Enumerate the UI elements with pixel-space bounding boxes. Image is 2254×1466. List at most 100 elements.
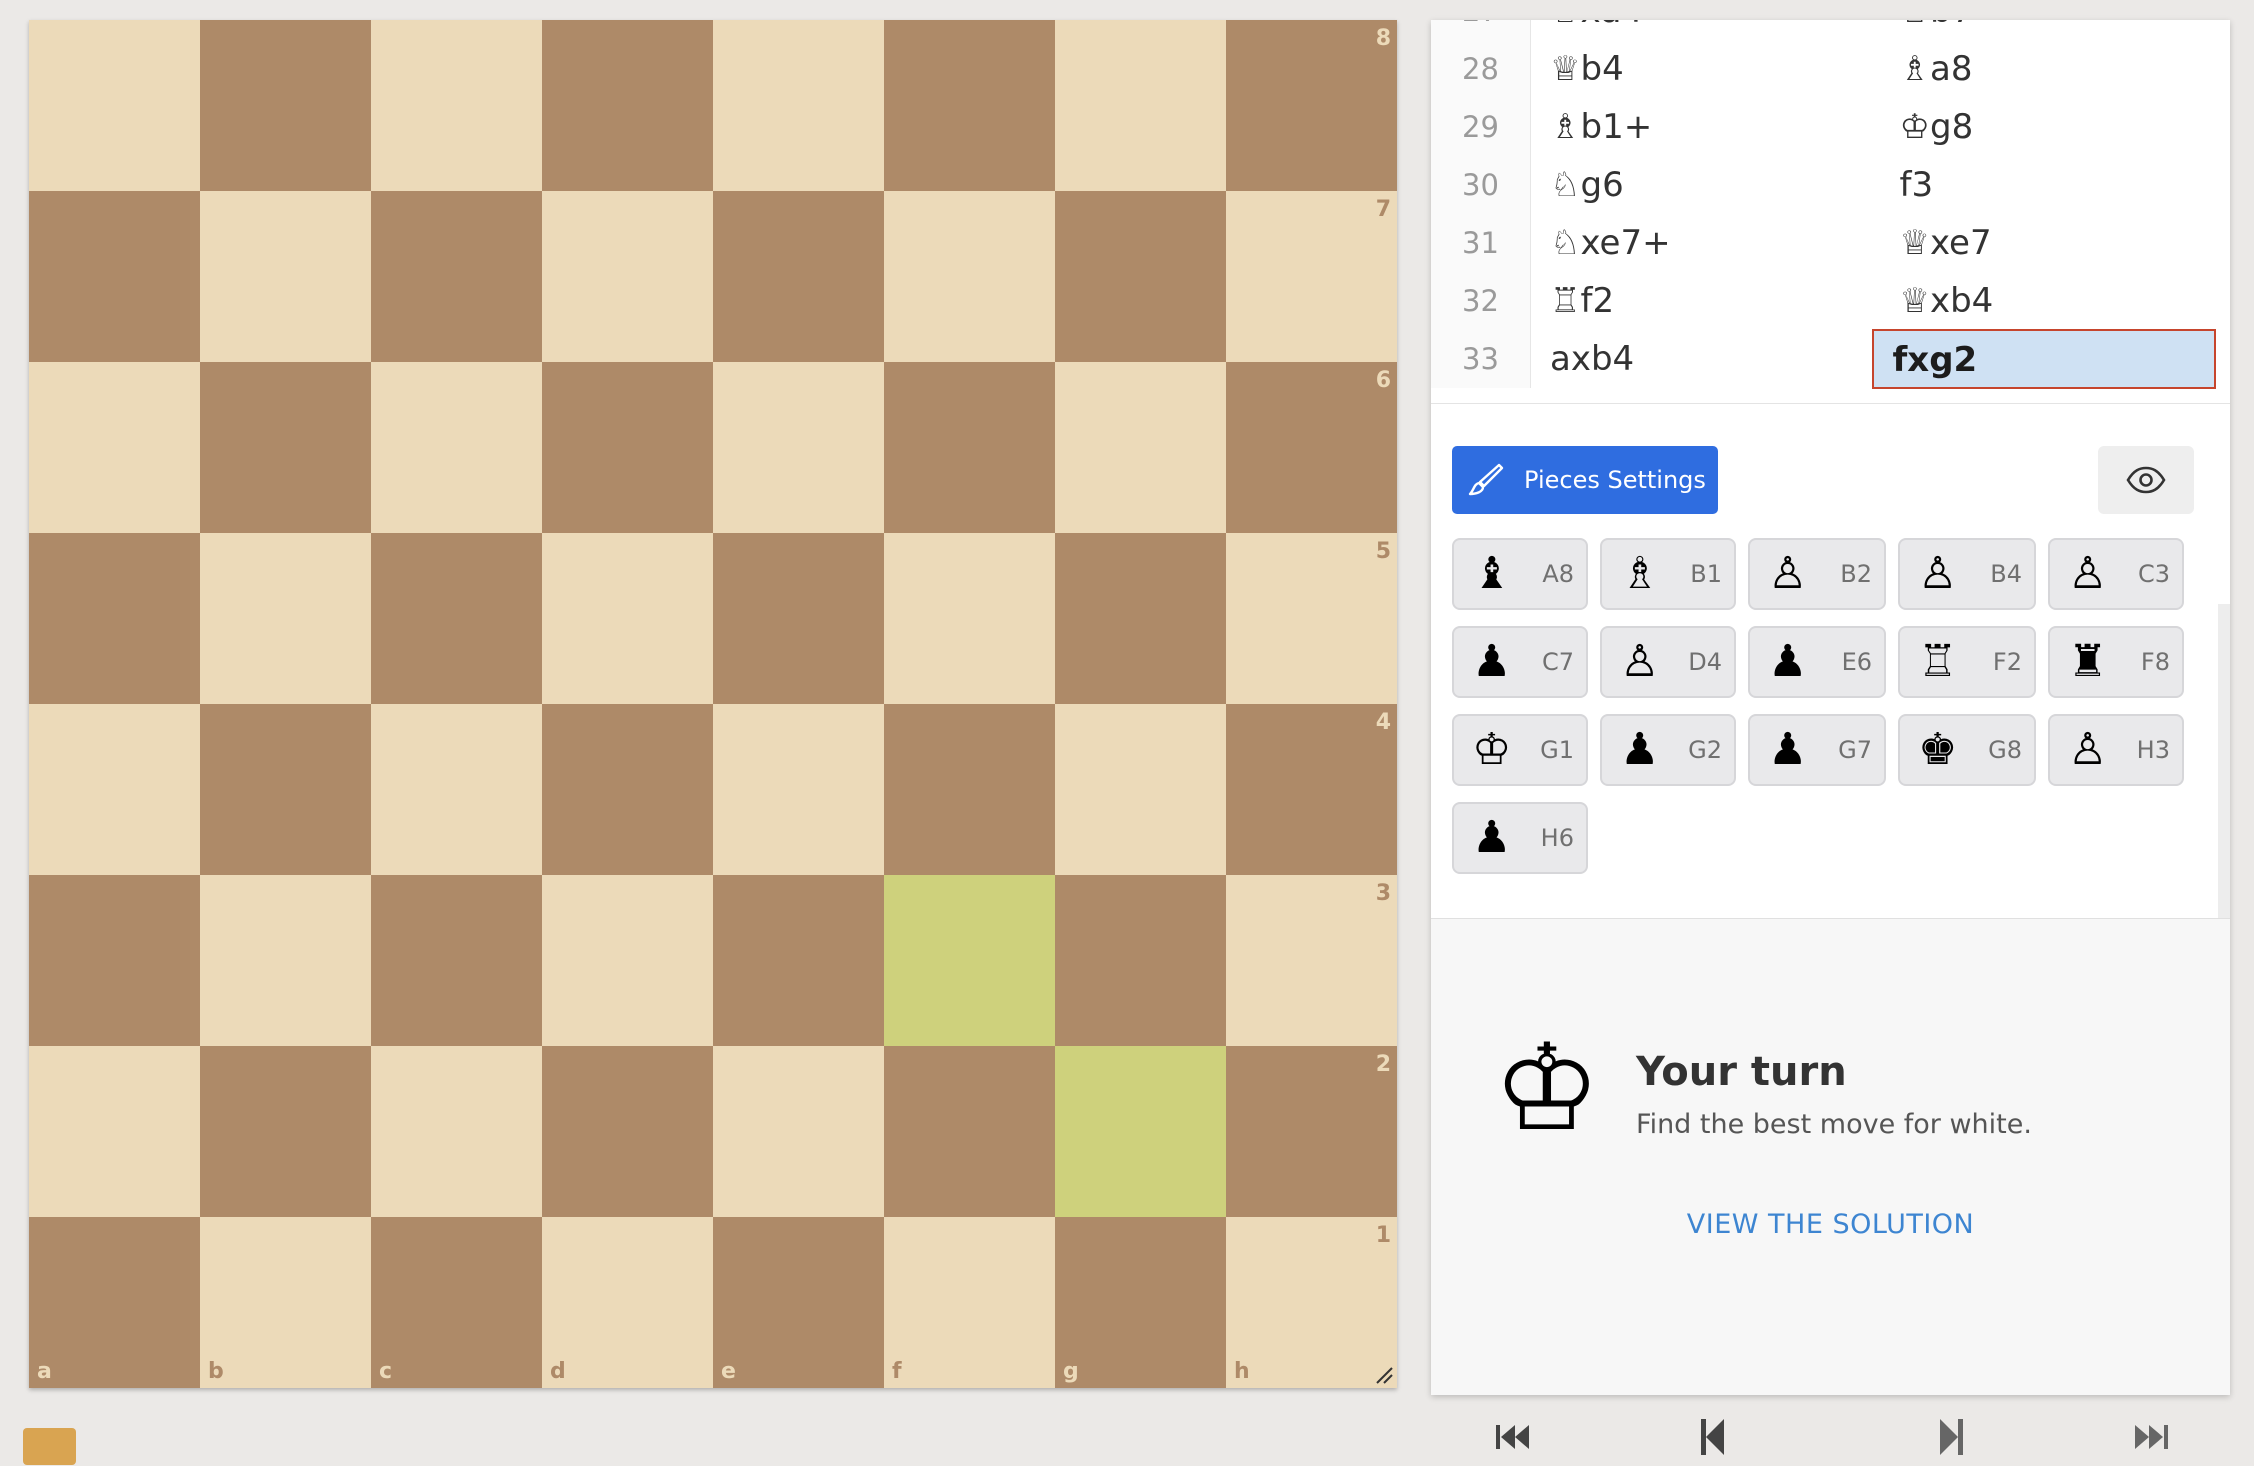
- square-g2[interactable]: [1055, 1046, 1226, 1217]
- piece-chip[interactable]: ♟ E6: [1748, 626, 1886, 698]
- square-c6[interactable]: [371, 362, 542, 533]
- black-move[interactable]: ♕xb4: [1881, 272, 2231, 330]
- black-move[interactable]: f3: [1881, 156, 2231, 214]
- square-d4[interactable]: [542, 704, 713, 875]
- square-g4[interactable]: [1055, 704, 1226, 875]
- square-g7[interactable]: [1055, 191, 1226, 362]
- square-h6[interactable]: 6: [1226, 362, 1397, 533]
- piece-chip[interactable]: ♟ H6: [1452, 802, 1588, 874]
- square-b4[interactable]: [200, 704, 371, 875]
- square-b8[interactable]: [200, 20, 371, 191]
- square-c2[interactable]: [371, 1046, 542, 1217]
- square-g6[interactable]: [1055, 362, 1226, 533]
- square-f3[interactable]: [884, 875, 1055, 1046]
- square-f4[interactable]: [884, 704, 1055, 875]
- chess-board[interactable]: 8765432 abcdefg1h: [29, 20, 1397, 1388]
- black-move[interactable]: ♗a8: [1881, 40, 2231, 98]
- piece-chip[interactable]: ♖ F2: [1898, 626, 2036, 698]
- square-f5[interactable]: [884, 533, 1055, 704]
- square-c8[interactable]: [371, 20, 542, 191]
- piece-chip[interactable]: ♟ G2: [1600, 714, 1736, 786]
- square-e8[interactable]: [713, 20, 884, 191]
- square-h7[interactable]: 7: [1226, 191, 1397, 362]
- square-h2[interactable]: 2: [1226, 1046, 1397, 1217]
- piece-chip[interactable]: ♙ H3: [2048, 714, 2184, 786]
- square-d3[interactable]: [542, 875, 713, 1046]
- white-move[interactable]: ♕b4: [1531, 40, 1881, 98]
- piece-chip[interactable]: ♚ G8: [1898, 714, 2036, 786]
- piece-chip[interactable]: ♙ B4: [1898, 538, 2036, 610]
- square-b2[interactable]: [200, 1046, 371, 1217]
- white-move[interactable]: axb4: [1531, 330, 1872, 388]
- move-list[interactable]: 27♕xa4♔b728♕b4♗a829♗b1+♔g830♘g6f331♘xe7+…: [1431, 20, 2230, 404]
- square-f1[interactable]: f: [884, 1217, 1055, 1388]
- square-a3[interactable]: [29, 875, 200, 1046]
- square-d6[interactable]: [542, 362, 713, 533]
- square-c5[interactable]: [371, 533, 542, 704]
- view-solution-link[interactable]: VIEW THE SOLUTION: [1431, 1209, 2230, 1240]
- square-a7[interactable]: [29, 191, 200, 362]
- white-move[interactable]: ♖f2: [1531, 272, 1881, 330]
- square-d7[interactable]: [542, 191, 713, 362]
- square-g8[interactable]: [1055, 20, 1226, 191]
- white-move[interactable]: ♘xe7+: [1531, 214, 1881, 272]
- square-d2[interactable]: [542, 1046, 713, 1217]
- piece-chip[interactable]: ♟ G7: [1748, 714, 1886, 786]
- square-h8[interactable]: 8: [1226, 20, 1397, 191]
- square-h4[interactable]: 4: [1226, 704, 1397, 875]
- piece-chip[interactable]: ♝ A8: [1452, 538, 1588, 610]
- scrollbar[interactable]: [2218, 604, 2230, 936]
- square-h3[interactable]: 3: [1226, 875, 1397, 1046]
- square-e6[interactable]: [713, 362, 884, 533]
- square-e7[interactable]: [713, 191, 884, 362]
- previous-move-button[interactable]: [1682, 1417, 1742, 1457]
- piece-chip[interactable]: ♙ B2: [1748, 538, 1886, 610]
- square-e2[interactable]: [713, 1046, 884, 1217]
- square-b5[interactable]: [200, 533, 371, 704]
- square-a8[interactable]: [29, 20, 200, 191]
- square-g3[interactable]: [1055, 875, 1226, 1046]
- piece-chip[interactable]: ♙ C3: [2048, 538, 2184, 610]
- square-b3[interactable]: [200, 875, 371, 1046]
- square-d1[interactable]: d: [542, 1217, 713, 1388]
- toggle-visibility-button[interactable]: [2098, 446, 2194, 514]
- pieces-settings-button[interactable]: Pieces Settings: [1452, 446, 1718, 514]
- orange-button[interactable]: [23, 1428, 76, 1465]
- white-move[interactable]: ♗b1+: [1531, 98, 1881, 156]
- square-d8[interactable]: [542, 20, 713, 191]
- square-b1[interactable]: b: [200, 1217, 371, 1388]
- piece-chip[interactable]: ♔ G1: [1452, 714, 1588, 786]
- piece-chip[interactable]: ♜ F8: [2048, 626, 2184, 698]
- square-f8[interactable]: [884, 20, 1055, 191]
- first-move-button[interactable]: [1483, 1417, 1543, 1457]
- square-c1[interactable]: c: [371, 1217, 542, 1388]
- square-c3[interactable]: [371, 875, 542, 1046]
- last-move-button[interactable]: [2121, 1417, 2181, 1457]
- square-h5[interactable]: 5: [1226, 533, 1397, 704]
- square-c4[interactable]: [371, 704, 542, 875]
- square-b6[interactable]: [200, 362, 371, 533]
- square-e3[interactable]: [713, 875, 884, 1046]
- square-b7[interactable]: [200, 191, 371, 362]
- square-c7[interactable]: [371, 191, 542, 362]
- white-move[interactable]: ♕xa4: [1531, 20, 1881, 40]
- square-a1[interactable]: a: [29, 1217, 200, 1388]
- square-d5[interactable]: [542, 533, 713, 704]
- square-a4[interactable]: [29, 704, 200, 875]
- square-g5[interactable]: [1055, 533, 1226, 704]
- square-e5[interactable]: [713, 533, 884, 704]
- black-move[interactable]: fxg2: [1871, 329, 2216, 389]
- square-f6[interactable]: [884, 362, 1055, 533]
- square-a6[interactable]: [29, 362, 200, 533]
- square-f7[interactable]: [884, 191, 1055, 362]
- black-move[interactable]: ♕xe7: [1881, 214, 2231, 272]
- square-e4[interactable]: [713, 704, 884, 875]
- square-e1[interactable]: e: [713, 1217, 884, 1388]
- piece-chip[interactable]: ♟ C7: [1452, 626, 1588, 698]
- square-h1[interactable]: 1h: [1226, 1217, 1397, 1388]
- white-move[interactable]: ♘g6: [1531, 156, 1881, 214]
- black-move[interactable]: ♔b7: [1881, 20, 2231, 40]
- square-g1[interactable]: g: [1055, 1217, 1226, 1388]
- next-move-button[interactable]: [1922, 1417, 1982, 1457]
- black-move[interactable]: ♔g8: [1881, 98, 2231, 156]
